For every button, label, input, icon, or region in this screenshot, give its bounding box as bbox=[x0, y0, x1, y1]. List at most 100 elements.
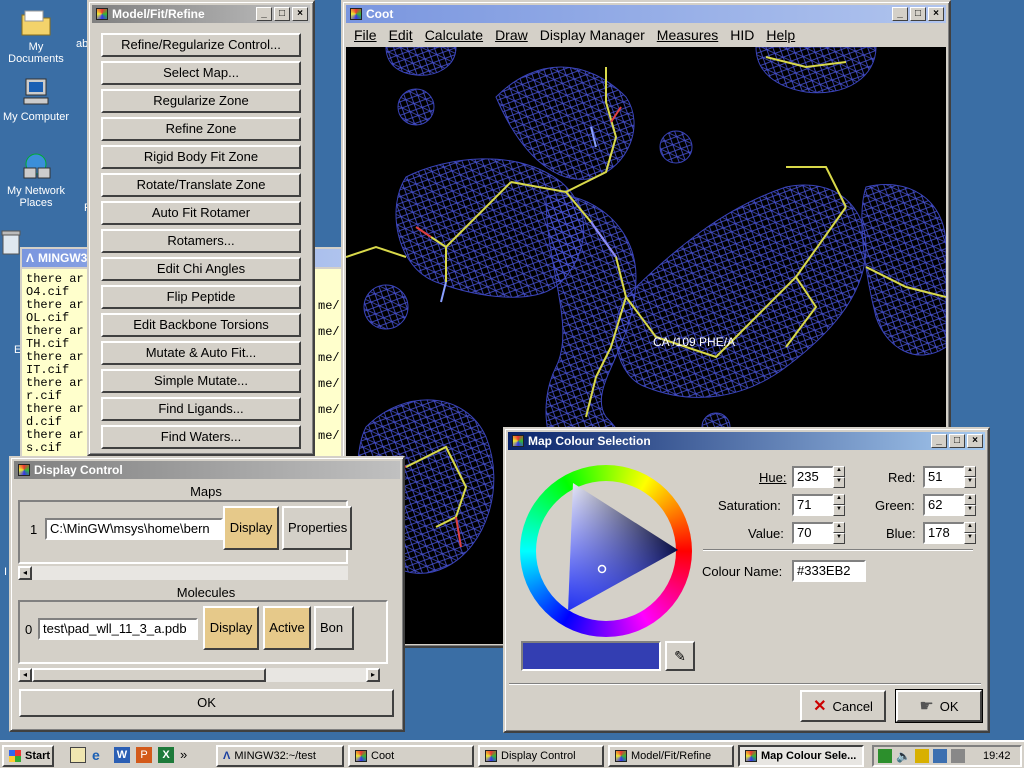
scroll-thumb[interactable] bbox=[32, 668, 266, 682]
usb-icon[interactable] bbox=[950, 749, 965, 763]
task-display-control[interactable]: Display Control bbox=[478, 745, 604, 767]
menu-hid[interactable]: HID bbox=[730, 27, 754, 43]
display-control-titlebar[interactable]: Display Control bbox=[14, 461, 400, 479]
blue-input[interactable]: 178 bbox=[923, 522, 965, 544]
powerpoint-icon[interactable]: P bbox=[136, 747, 152, 763]
molecules-scrollbar[interactable]: ◂ ▸ bbox=[18, 668, 380, 682]
task-coot[interactable]: Coot bbox=[348, 745, 474, 767]
green-spinner[interactable]: ▲ ▼ bbox=[964, 494, 976, 516]
menu-file[interactable]: File bbox=[354, 27, 377, 43]
map-path-field[interactable]: C:\MinGW\msys\home\bern bbox=[45, 518, 223, 540]
mfr-button-mutate-auto-fit[interactable]: Mutate & Auto Fit... bbox=[101, 341, 301, 365]
cancel-button[interactable]: ✕ Cancel bbox=[800, 690, 886, 722]
mfr-button-find-ligands[interactable]: Find Ligands... bbox=[101, 397, 301, 421]
scroll-left-arrow-icon[interactable]: ◂ bbox=[18, 566, 32, 580]
saturation-label: Saturation: bbox=[718, 498, 781, 513]
model-fit-refine-titlebar[interactable]: Model/Fit/Refine _ □ × bbox=[92, 5, 310, 23]
value-input[interactable]: 70 bbox=[792, 522, 834, 544]
red-input[interactable]: 51 bbox=[923, 466, 965, 488]
saturation-input[interactable]: 71 bbox=[792, 494, 834, 516]
internet-explorer-icon[interactable]: e bbox=[92, 747, 108, 763]
green-input[interactable]: 62 bbox=[923, 494, 965, 516]
maximize-icon[interactable]: □ bbox=[949, 434, 965, 448]
colour-dialog-titlebar[interactable]: Map Colour Selection _ □ × bbox=[508, 432, 985, 450]
task-model-fit-refine[interactable]: Model/Fit/Refine bbox=[608, 745, 734, 767]
map-colour-selection-dialog[interactable]: Map Colour Selection _ □ × ✎ Hue: 235 ▲ ▼… bbox=[503, 427, 990, 733]
close-icon[interactable]: × bbox=[928, 7, 944, 21]
value-spinner[interactable]: ▲ ▼ bbox=[833, 522, 845, 544]
mfr-button-edit-backbone-torsions[interactable]: Edit Backbone Torsions bbox=[101, 313, 301, 337]
maximize-icon[interactable]: □ bbox=[910, 7, 926, 21]
mfr-button-refine-regularize-control[interactable]: Refine/Regularize Control... bbox=[101, 33, 301, 57]
mfr-button-auto-fit-rotamer[interactable]: Auto Fit Rotamer bbox=[101, 201, 301, 225]
close-icon[interactable]: × bbox=[292, 7, 308, 21]
separator bbox=[703, 549, 973, 551]
eyedropper-icon: ✎ bbox=[674, 648, 686, 664]
mfr-button-find-waters[interactable]: Find Waters... bbox=[101, 425, 301, 449]
scroll-left-arrow-icon[interactable]: ◂ bbox=[18, 668, 32, 682]
menu-calculate[interactable]: Calculate bbox=[425, 27, 483, 43]
mfr-button-rotate-translate-zone[interactable]: Rotate/Translate Zone bbox=[101, 173, 301, 197]
mfr-button-refine-zone[interactable]: Refine Zone bbox=[101, 117, 301, 141]
molecule-active-toggle[interactable]: Active bbox=[263, 606, 311, 650]
console-line: s.cif bbox=[26, 441, 63, 455]
quick-launch-chevron[interactable]: » bbox=[180, 747, 187, 763]
green-label: Green: bbox=[875, 498, 915, 513]
coot-titlebar[interactable]: Coot _ □ × bbox=[346, 5, 946, 23]
clock[interactable]: 19:42 bbox=[983, 750, 1011, 762]
menu-help[interactable]: Help bbox=[766, 27, 795, 43]
menu-display-manager[interactable]: Display Manager bbox=[540, 27, 645, 43]
hue-spinner[interactable]: ▲ ▼ bbox=[833, 466, 845, 488]
word-icon[interactable]: W bbox=[114, 747, 130, 763]
safely-remove-icon[interactable] bbox=[932, 749, 947, 763]
menu-measures[interactable]: Measures bbox=[657, 27, 718, 43]
ok-button[interactable]: ☛ OK bbox=[895, 689, 983, 723]
blue-spinner[interactable]: ▲ ▼ bbox=[964, 522, 976, 544]
mfr-button-select-map[interactable]: Select Map... bbox=[101, 61, 301, 85]
show-desktop-icon[interactable] bbox=[70, 747, 86, 763]
red-spinner[interactable]: ▲ ▼ bbox=[964, 466, 976, 488]
task-map-colour-selection[interactable]: Map Colour Sele... bbox=[738, 745, 864, 767]
start-label: Start bbox=[25, 750, 51, 762]
excel-icon[interactable]: X bbox=[158, 747, 174, 763]
saturation-value-triangle[interactable] bbox=[520, 465, 692, 637]
colour-name-input[interactable]: #333EB2 bbox=[792, 560, 866, 582]
display-control-window[interactable]: Display Control Maps 1 C:\MinGW\msys\hom… bbox=[9, 456, 405, 732]
molecule-bonds-button[interactable]: Bon bbox=[314, 606, 354, 650]
minimize-icon[interactable]: _ bbox=[256, 7, 272, 21]
menu-edit[interactable]: Edit bbox=[389, 27, 413, 43]
task-label: Model/Fit/Refine bbox=[631, 750, 712, 762]
saturation-spinner[interactable]: ▲ ▼ bbox=[833, 494, 845, 516]
desktop-icon-my-documents[interactable]: My Documents bbox=[0, 6, 72, 65]
molecules-panel: 0 test\pad_wll_11_3_a.pdb Display Active… bbox=[18, 600, 388, 664]
maps-scrollbar[interactable]: ◂ bbox=[18, 566, 348, 580]
mfr-button-simple-mutate[interactable]: Simple Mutate... bbox=[101, 369, 301, 393]
display-control-ok-button[interactable]: OK bbox=[19, 689, 394, 717]
task-mingw[interactable]: Λ MINGW32:~/test bbox=[216, 745, 344, 767]
map-display-toggle[interactable]: Display bbox=[223, 506, 279, 550]
scroll-right-arrow-icon[interactable]: ▸ bbox=[366, 668, 380, 682]
minimize-icon[interactable]: _ bbox=[931, 434, 947, 448]
mfr-button-regularize-zone[interactable]: Regularize Zone bbox=[101, 89, 301, 113]
mfr-button-rigid-body-fit-zone[interactable]: Rigid Body Fit Zone bbox=[101, 145, 301, 169]
close-icon[interactable]: × bbox=[967, 434, 983, 448]
hue-input[interactable]: 235 bbox=[792, 466, 834, 488]
start-button[interactable]: Start bbox=[2, 745, 54, 767]
network-tray-icon[interactable] bbox=[878, 749, 892, 763]
mfr-button-edit-chi-angles[interactable]: Edit Chi Angles bbox=[101, 257, 301, 281]
molecule-display-toggle[interactable]: Display bbox=[203, 606, 259, 650]
desktop-icon-my-computer[interactable]: My Computer bbox=[0, 76, 72, 123]
molecule-path-field[interactable]: test\pad_wll_11_3_a.pdb bbox=[38, 618, 198, 640]
maximize-icon[interactable]: □ bbox=[274, 7, 290, 21]
minimize-icon[interactable]: _ bbox=[892, 7, 908, 21]
menu-draw[interactable]: Draw bbox=[495, 27, 528, 43]
map-properties-button[interactable]: Properties bbox=[282, 506, 352, 550]
desktop-icon-network-places[interactable]: My Network Places bbox=[0, 150, 72, 209]
molecules-label: Molecules bbox=[176, 585, 236, 600]
mfr-button-flip-peptide[interactable]: Flip Peptide bbox=[101, 285, 301, 309]
mfr-button-rotamers[interactable]: Rotamers... bbox=[101, 229, 301, 253]
volume-icon[interactable]: 🔈 bbox=[896, 749, 911, 763]
eyedropper-button[interactable]: ✎ bbox=[665, 641, 695, 671]
value-label: Value: bbox=[748, 526, 784, 541]
security-tray-icon[interactable] bbox=[914, 749, 929, 763]
